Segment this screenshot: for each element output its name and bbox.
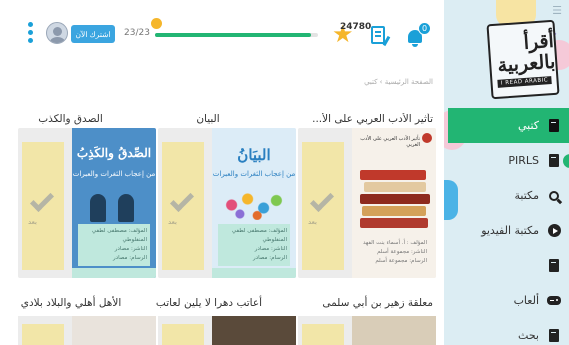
sidebar-item-label: كتبي — [517, 119, 539, 132]
book-cover: تأثير الأدب العربي على الأدب الغربي المؤ… — [352, 128, 436, 278]
book-cover — [72, 316, 156, 345]
flowers-illustration — [222, 190, 286, 220]
logo-arabic-text: أقرأ بالعربية — [496, 29, 556, 77]
book-icon — [547, 329, 561, 343]
search-icon — [547, 189, 561, 203]
cover-footer — [72, 268, 156, 278]
book-title[interactable]: الصدق والكذب — [8, 113, 133, 125]
figure-illustration — [90, 194, 106, 222]
book-card[interactable] — [298, 316, 436, 345]
progress-count: 23/23 — [124, 28, 150, 38]
cover-title: تأثير الأدب العربي على الأدب الغربي — [360, 136, 420, 148]
bookmark-ribbon — [162, 324, 204, 345]
reading-progress-bar — [155, 33, 318, 37]
sidebar-item-label: بحث — [518, 329, 539, 342]
book-cover — [212, 316, 296, 345]
book-icon — [547, 259, 561, 273]
cover-subtitle: من إعجاب الثغرات والعبرات — [212, 170, 296, 178]
bookmark-text: بعد — [28, 218, 37, 226]
bookmark-ribbon — [302, 324, 344, 345]
check-icon — [29, 187, 55, 213]
sidebar-item-label: مكتبة الفيديو — [481, 224, 539, 237]
book-card[interactable] — [158, 316, 296, 345]
book-title[interactable]: البيان — [143, 113, 273, 125]
book-card[interactable]: بعد الصِّدقُ والكَذِبُ من إعجاب الثغرات … — [18, 128, 156, 278]
book-card[interactable]: بعد تأثير الأدب العربي على الأدب الغربي … — [298, 128, 436, 278]
sidebar-item-pirls[interactable]: PIRLS — [444, 143, 569, 178]
publisher-logo-icon — [422, 133, 432, 143]
cover-info: المؤلف: مصطفى لطفي المنفلوطي الناشر: مصا… — [218, 224, 290, 266]
cover-info: المؤلف : أ. أسماء بنت الفهد الناشر: مجمو… — [362, 240, 427, 264]
notes-icon[interactable] — [371, 26, 385, 44]
cover-info: المؤلف: مصطفى لطفي المنفلوطي الناشر: مصا… — [78, 224, 150, 266]
sidebar-item-books[interactable] — [444, 248, 569, 283]
app-logo[interactable]: أقرأ بالعربية I READ ARABIC — [486, 19, 560, 100]
sidebar-item-library[interactable]: مكتبة — [444, 178, 569, 213]
hamburger-icon[interactable]: ☰ — [552, 5, 562, 16]
book-cover — [352, 316, 436, 345]
cover-title: الصِّدقُ والكَذِبُ — [76, 146, 152, 160]
book-title[interactable]: أعاتب دهرا لا يلين لعاتب — [139, 297, 279, 309]
book-cover: الصِّدقُ والكَذِبُ من إعجاب الثغرات والع… — [72, 128, 156, 278]
check-icon — [169, 187, 195, 213]
sidebar: ☰ أقرأ بالعربية I READ ARABIC كتبي PIRLS… — [444, 0, 569, 345]
sidebar-item-my-books[interactable]: كتبي — [448, 108, 569, 143]
progress-knob — [151, 18, 162, 29]
toggle-dot — [563, 153, 569, 168]
bookmark-ribbon: بعد — [302, 142, 344, 270]
top-bar: اشترك الآن 23/23 ★ 24780 0 — [0, 0, 444, 72]
bookmark-ribbon: بعد — [22, 142, 64, 270]
bookmark-ribbon — [22, 324, 64, 345]
book-icon — [547, 154, 561, 168]
bookmark-text: بعد — [308, 218, 317, 226]
book-title[interactable]: الأهل أهلي والبلاد بلادي — [5, 297, 137, 309]
play-icon — [547, 224, 561, 238]
progress-fill — [155, 33, 312, 37]
gamepad-icon — [547, 294, 561, 308]
figure-illustration — [118, 194, 134, 222]
check-icon — [309, 187, 335, 213]
breadcrumb[interactable]: الصفحة الرئيسية › كتبي — [364, 78, 433, 86]
sidebar-item-video-library[interactable]: مكتبة الفيديو — [444, 213, 569, 248]
book-title[interactable]: معلقة زهير بن أبي سلمى — [283, 297, 433, 309]
sidebar-item-label: PIRLS — [508, 154, 539, 167]
avatar[interactable] — [46, 22, 68, 44]
sidebar-item-games[interactable]: ألعاب — [444, 283, 569, 318]
book-stack-illustration — [360, 170, 430, 230]
more-options-icon[interactable] — [26, 22, 34, 43]
book-card[interactable]: بعد البيَانُ من إعجاب الثغرات والعبرات ا… — [158, 128, 296, 278]
book-title[interactable]: تأثير الأدب العربي على الأ... — [293, 113, 433, 125]
subscribe-button[interactable]: اشترك الآن — [71, 25, 115, 43]
sidebar-item-search[interactable]: بحث — [444, 318, 569, 345]
logo-english-text: I READ ARABIC — [497, 76, 552, 89]
points-counter: 24780 — [340, 22, 372, 32]
sidebar-item-label: ألعاب — [513, 294, 539, 307]
notification-badge: 0 — [418, 22, 431, 35]
bookmark-text: بعد — [168, 218, 177, 226]
sidebar-nav: كتبي PIRLS مكتبة مكتبة الفيديو ألعاب بحث — [444, 108, 569, 345]
bookmark-ribbon: بعد — [162, 142, 204, 270]
cover-subtitle: من إعجاب الثغرات والعبرات — [72, 170, 156, 178]
cover-title: البيَانُ — [237, 146, 271, 164]
book-icon — [547, 119, 561, 133]
sidebar-item-label: مكتبة — [514, 189, 539, 202]
book-card[interactable] — [18, 316, 156, 345]
cover-footer — [212, 268, 296, 278]
book-cover: البيَانُ من إعجاب الثغرات والعبرات المؤل… — [212, 128, 296, 278]
